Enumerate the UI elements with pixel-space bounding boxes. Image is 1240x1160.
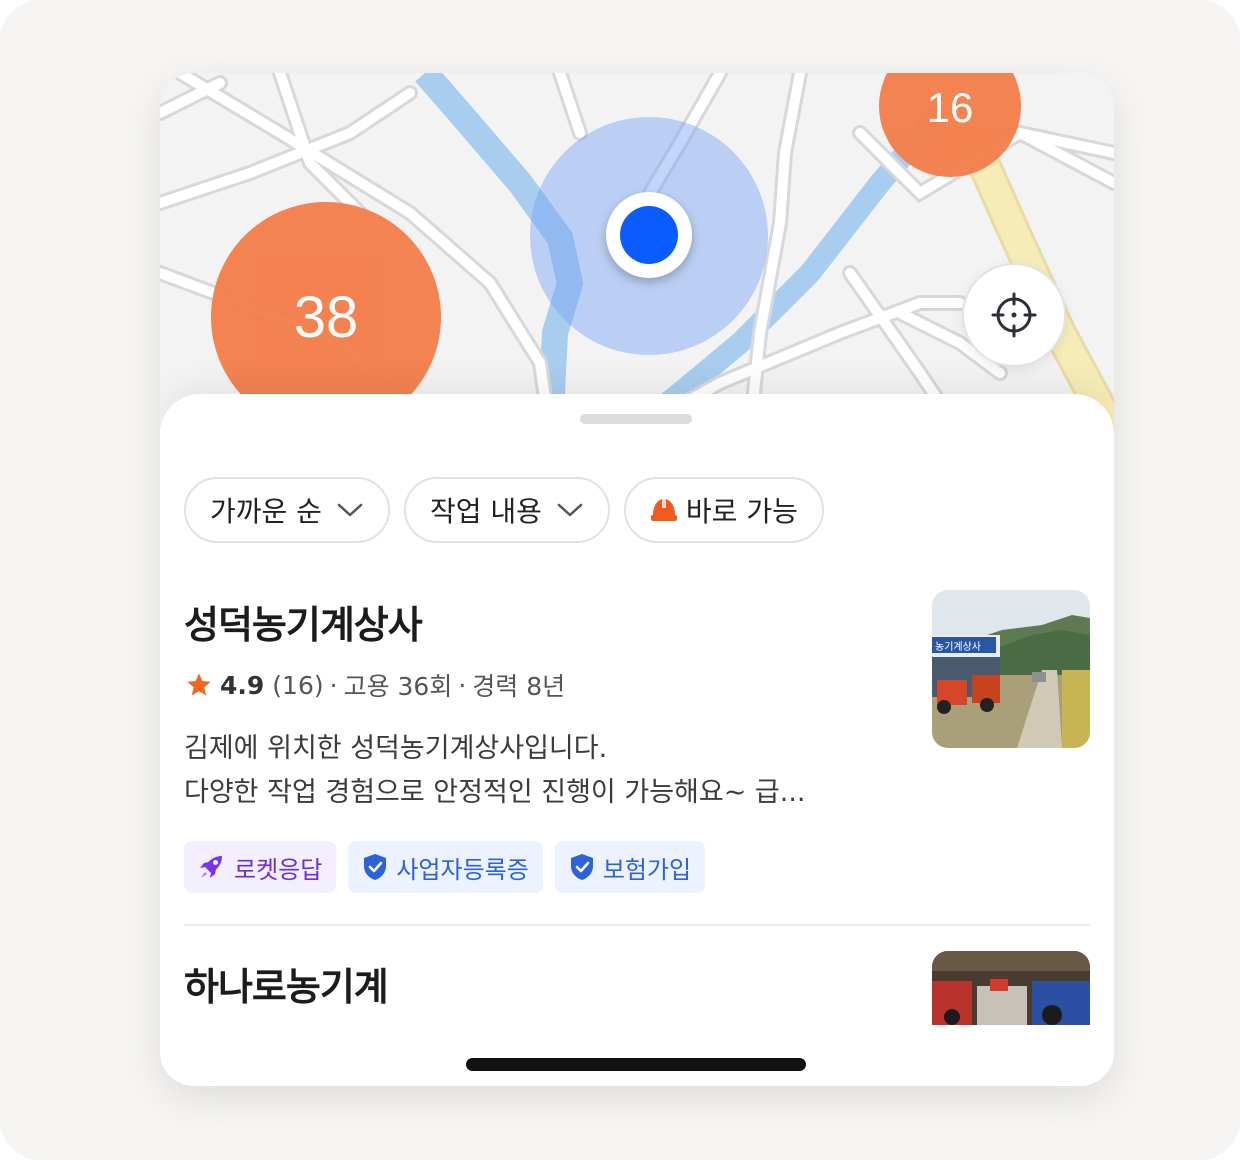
list-item[interactable]: 성덕농기계상사 4.9 (16) · 고용 36회 · 경력 8년 김제에 위치… xyxy=(184,590,1090,893)
bottom-sheet[interactable]: 가까운 순 작업 내용 바로 가능 성덕농기계상사 4.9 (16) · 고용 … xyxy=(160,394,1114,1086)
experience: 경력 8년 xyxy=(472,672,566,701)
chip-label: 작업 내용 xyxy=(429,495,542,528)
filter-bar: 가까운 순 작업 내용 바로 가능 xyxy=(184,477,824,543)
review-count: (16) xyxy=(272,670,324,700)
insurance-badge: 보험가입 xyxy=(554,841,706,893)
chip-label: 가까운 순 xyxy=(210,495,322,528)
map-view[interactable]: 38 16 xyxy=(160,73,1114,433)
chevron-down-icon xyxy=(557,503,583,517)
badge-label: 로켓응답 xyxy=(234,855,323,884)
sheet-drag-handle[interactable] xyxy=(580,414,692,424)
chevron-down-icon xyxy=(337,503,363,517)
listing-description: 김제에 위치한 성덕농기계상사입니다. 다양한 작업 경험으로 안정적인 진행이… xyxy=(184,727,904,815)
recenter-location-button[interactable] xyxy=(962,263,1066,367)
cluster-count: 38 xyxy=(293,284,359,350)
listing-thumbnail xyxy=(932,951,1090,1025)
phone-screen: 38 16 가까운 순 작업 내용 바로 가능 성덕농기계상사 4.9 (16)… xyxy=(160,73,1114,1086)
list-item[interactable]: 하나로농기계 xyxy=(184,951,1090,1025)
filter-work-type-chip[interactable]: 작업 내용 xyxy=(403,477,610,543)
chip-label: 바로 가능 xyxy=(685,495,798,528)
hire-count: 고용 36회 xyxy=(343,672,453,701)
filter-available-now-chip[interactable]: 바로 가능 xyxy=(623,477,824,543)
description-line: 김제에 위치한 성덕농기계상사입니다. xyxy=(184,733,608,764)
shield-check-icon xyxy=(364,854,387,880)
current-location-marker xyxy=(606,192,692,278)
badge-label: 보험가입 xyxy=(602,855,692,884)
badge-list: 로켓응답 사업자등록증 보험가입 xyxy=(184,841,1090,893)
cluster-count: 16 xyxy=(926,84,974,131)
crosshair-icon xyxy=(991,292,1037,338)
separator: · xyxy=(329,670,338,700)
rocket-response-badge: 로켓응답 xyxy=(184,841,337,893)
rating-value: 4.9 xyxy=(220,670,265,700)
badge-label: 사업자등록증 xyxy=(396,855,529,884)
list-divider xyxy=(184,924,1090,926)
business-license-badge: 사업자등록증 xyxy=(348,841,543,893)
filter-sort-chip[interactable]: 가까운 순 xyxy=(184,477,390,543)
helmet-icon xyxy=(650,499,677,521)
thumbnail-sign-text: 농기계상사 xyxy=(935,641,981,653)
star-icon xyxy=(187,673,211,696)
listing-thumbnail: 농기계상사 xyxy=(932,590,1090,748)
rocket-icon xyxy=(200,856,222,878)
separator: · xyxy=(458,670,467,700)
home-indicator[interactable] xyxy=(466,1058,806,1071)
shield-check-icon xyxy=(570,854,593,880)
description-line: 다양한 작업 경험으로 안정적인 진행이 가능해요~ 급... xyxy=(184,777,806,808)
